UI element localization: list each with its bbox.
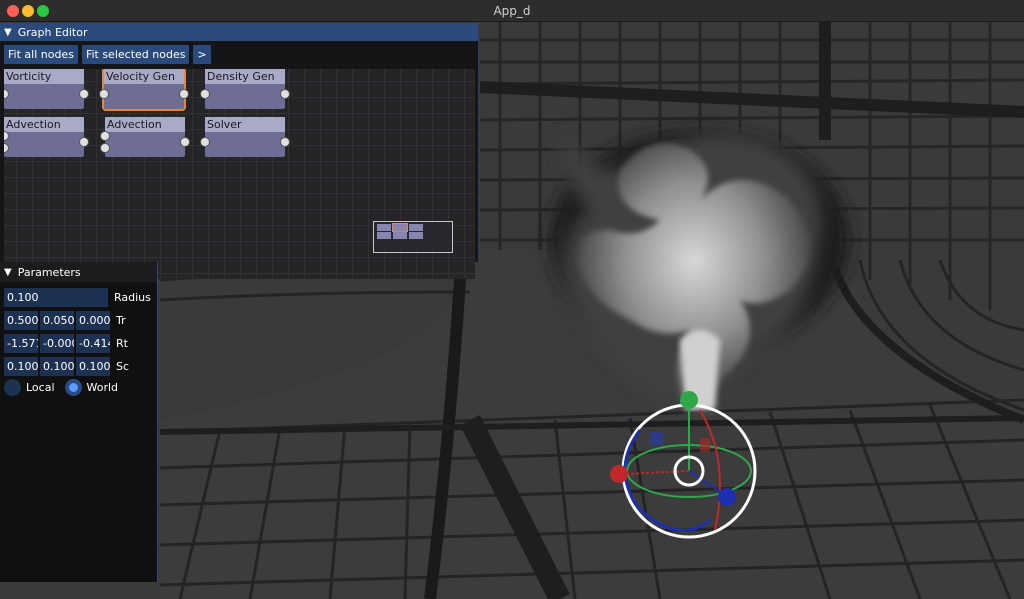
node-title: Velocity Gen xyxy=(104,69,184,84)
radio-selected-dot xyxy=(68,383,78,392)
parameters-panel: ▼ Parameters 0.100 Radius 0.500 0.050 0.… xyxy=(0,262,158,582)
collapse-triangle-icon[interactable]: ▼ xyxy=(4,27,12,38)
node-vorticity[interactable]: Vorticity xyxy=(4,69,89,109)
radius-label: Radius xyxy=(114,291,151,304)
minimap-node xyxy=(377,232,391,239)
graph-editor-header[interactable]: ▼ Graph Editor xyxy=(0,23,478,41)
node-title: Advection xyxy=(4,117,84,132)
rotate-label: Rt xyxy=(116,337,128,350)
toolbar-more-button[interactable]: > xyxy=(193,45,211,64)
node-title: Advection xyxy=(105,117,185,132)
local-radio-label[interactable]: Local xyxy=(26,381,55,394)
scale-y-input[interactable]: 0.100 xyxy=(40,357,74,376)
graph-editor-title: Graph Editor xyxy=(17,25,88,39)
node-density-gen[interactable]: Density Gen xyxy=(200,69,290,109)
node-advection-1[interactable]: Advection xyxy=(4,117,89,157)
scale-label: Sc xyxy=(116,360,130,373)
translate-x-input[interactable]: 0.500 xyxy=(4,311,38,330)
minimap-node xyxy=(409,224,423,231)
node-input-pin[interactable] xyxy=(200,137,210,147)
gizmo-yz-plane-handle[interactable] xyxy=(700,438,710,452)
node-advection-2[interactable]: Advection xyxy=(100,117,190,157)
minimap-node xyxy=(377,224,391,231)
window-title: App_d xyxy=(493,4,531,18)
node-title: Density Gen xyxy=(205,69,285,84)
translate-z-input[interactable]: 0.000 xyxy=(76,311,110,330)
radius-row: 0.100 Radius xyxy=(4,288,151,307)
node-input-pin[interactable] xyxy=(4,143,9,153)
translate-label: Tr xyxy=(116,314,126,327)
node-graph-canvas[interactable]: Vorticity Velocity Gen Density Gen Advec… xyxy=(4,69,475,279)
fit-selected-nodes-button[interactable]: Fit selected nodes xyxy=(81,45,190,64)
gizmo-xy-plane-handle[interactable] xyxy=(650,432,663,445)
node-input-pin[interactable] xyxy=(200,89,210,99)
parameters-title: Parameters xyxy=(17,265,81,279)
world-radio-label[interactable]: World xyxy=(87,381,119,394)
graph-editor-toolbar: Fit all nodes Fit selected nodes > xyxy=(0,41,478,68)
scale-row: 0.100 0.100 0.100 Sc xyxy=(4,357,129,376)
fit-all-nodes-button[interactable]: Fit all nodes xyxy=(4,45,78,64)
node-output-pin[interactable] xyxy=(179,89,189,99)
graph-minimap[interactable] xyxy=(373,221,453,253)
gizmo-y-handle[interactable] xyxy=(680,391,698,409)
rotate-row: -1.571 -0.000 -0.414 Rt xyxy=(4,334,128,353)
gizmo-z-handle[interactable] xyxy=(718,488,736,506)
node-output-pin[interactable] xyxy=(79,137,89,147)
rotate-z-input[interactable]: -0.414 xyxy=(76,334,110,353)
node-title: Solver xyxy=(205,117,285,132)
rotate-x-input[interactable]: -1.571 xyxy=(4,334,38,353)
node-velocity-gen[interactable]: Velocity Gen xyxy=(99,69,189,111)
node-output-pin[interactable] xyxy=(280,89,290,99)
minimap-node xyxy=(393,232,407,239)
scale-x-input[interactable]: 0.100 xyxy=(4,357,38,376)
translate-row: 0.500 0.050 0.000 Tr xyxy=(4,311,126,330)
graph-editor-panel: ▼ Graph Editor Fit all nodes Fit selecte… xyxy=(0,23,479,279)
gizmo-x-handle[interactable] xyxy=(610,465,628,483)
radius-input[interactable]: 0.100 xyxy=(4,288,108,307)
node-input-pin[interactable] xyxy=(4,89,9,99)
translate-y-input[interactable]: 0.050 xyxy=(40,311,74,330)
node-solver[interactable]: Solver xyxy=(200,117,290,157)
minimap-node xyxy=(409,232,423,239)
local-radio[interactable] xyxy=(4,379,21,396)
space-radio-group: Local World xyxy=(4,379,118,396)
node-output-pin[interactable] xyxy=(180,137,190,147)
node-input-pin[interactable] xyxy=(100,131,110,141)
node-output-pin[interactable] xyxy=(79,89,89,99)
minimap-node xyxy=(392,223,408,232)
parameters-header[interactable]: ▼ Parameters xyxy=(0,262,157,282)
rotate-y-input[interactable]: -0.000 xyxy=(40,334,74,353)
node-input-pin[interactable] xyxy=(99,89,109,99)
collapse-triangle-icon[interactable]: ▼ xyxy=(4,267,12,278)
node-output-pin[interactable] xyxy=(280,137,290,147)
world-radio[interactable] xyxy=(64,379,82,396)
node-input-pin[interactable] xyxy=(100,143,110,153)
node-input-pin[interactable] xyxy=(4,131,9,141)
node-title: Vorticity xyxy=(4,69,84,84)
window-titlebar: App_d xyxy=(0,0,1024,22)
scale-z-input[interactable]: 0.100 xyxy=(76,357,110,376)
